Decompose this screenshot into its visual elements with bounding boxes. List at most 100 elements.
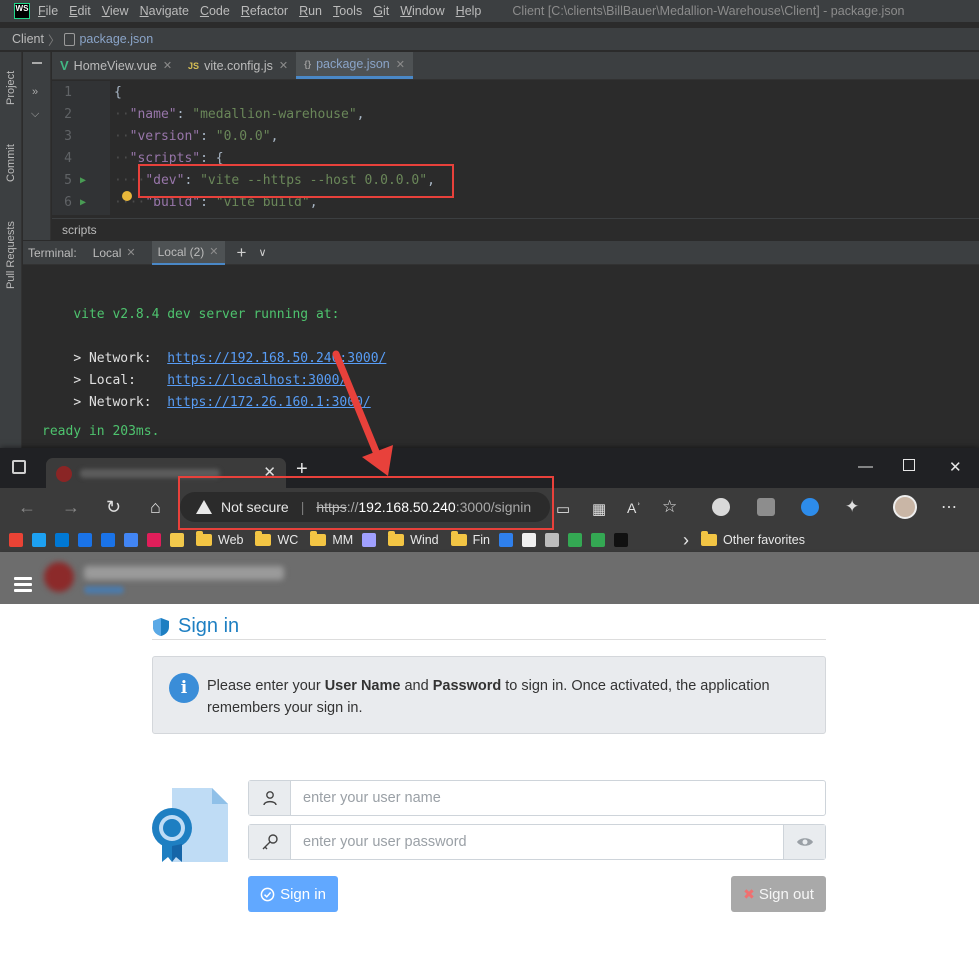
terminal-label: Terminal: bbox=[28, 245, 77, 260]
other-favorites-label: Other favorites bbox=[723, 533, 805, 547]
menu-mnemonic: N bbox=[139, 4, 149, 18]
add-favorite-star-icon[interactable]: ☆ bbox=[662, 497, 677, 517]
shield-icon bbox=[153, 617, 169, 636]
terminal-tab-local[interactable]: Local ✕ bbox=[87, 241, 142, 265]
sb-icon[interactable] bbox=[545, 533, 559, 547]
menu-item[interactable]: Refactor bbox=[241, 4, 288, 18]
extension-3-icon[interactable] bbox=[801, 498, 819, 516]
slack-icon[interactable] bbox=[147, 533, 161, 547]
run-script-icon[interactable]: ▶ bbox=[80, 197, 104, 208]
terminal-tab-local-2[interactable]: Local (2) ✕ bbox=[151, 240, 225, 265]
home-icon[interactable]: ⌂ bbox=[150, 497, 161, 518]
close-tab-icon[interactable]: ✕ bbox=[279, 59, 288, 72]
pull-requests-tool-tab[interactable]: Pull Requests bbox=[0, 212, 22, 298]
line-number: 4 bbox=[64, 150, 72, 166]
extension-2-icon[interactable] bbox=[757, 498, 775, 516]
lightbulb-icon[interactable] bbox=[122, 191, 132, 201]
read-aloud-icon[interactable]: Aʾ bbox=[627, 500, 641, 516]
more-menu-icon[interactable]: ⋯ bbox=[941, 497, 957, 517]
doc-icon[interactable] bbox=[499, 533, 513, 547]
tradingview-icon[interactable] bbox=[614, 533, 628, 547]
menu-item[interactable]: Tools bbox=[333, 4, 362, 18]
signout-button[interactable]: ✖ Sign out bbox=[731, 876, 826, 912]
minimize-icon[interactable] bbox=[32, 62, 42, 64]
maximize-window-icon[interactable] bbox=[903, 459, 915, 471]
favorites-folder[interactable]: Wind bbox=[376, 531, 439, 547]
folder-label: Web bbox=[218, 533, 244, 547]
run-script-icon[interactable]: ▶ bbox=[80, 175, 104, 186]
terminal-line-network-2: > Network: https://172.26.160.1:3000/ bbox=[42, 380, 371, 425]
back-arrow-icon[interactable]: ← bbox=[18, 497, 36, 518]
terminal-output[interactable]: vite v2.8.4 dev server running at: > Net… bbox=[23, 266, 979, 462]
tab-actions-icon[interactable] bbox=[12, 460, 26, 474]
x-icon: ✖ bbox=[743, 885, 755, 902]
double-chevron-icon[interactable]: » bbox=[32, 86, 38, 98]
app-available-icon[interactable]: ▭ bbox=[556, 500, 570, 518]
minimize-window-icon[interactable]: — bbox=[858, 458, 873, 475]
structure-crumb-scripts[interactable]: scripts bbox=[62, 223, 97, 237]
editor-tab[interactable]: V HomeView.vue ✕ bbox=[52, 52, 180, 79]
commit-tool-tab[interactable]: Commit bbox=[0, 134, 22, 192]
editor-tab[interactable]: JS vite.config.js ✕ bbox=[180, 52, 296, 79]
close-tab-icon[interactable]: ✕ bbox=[396, 58, 405, 71]
line-number: 3 bbox=[64, 128, 72, 144]
menu-item[interactable]: Edit bbox=[69, 4, 91, 18]
menu-label-rest: efactor bbox=[249, 4, 289, 18]
leaf-icon[interactable] bbox=[591, 533, 605, 547]
other-favorites-folder[interactable]: Other favorites bbox=[689, 531, 805, 547]
code-text: ··"name": "medallion-warehouse", bbox=[114, 107, 364, 122]
extension-1-icon[interactable] bbox=[712, 498, 730, 516]
close-icon[interactable]: ✕ bbox=[209, 245, 218, 258]
gmail-icon[interactable] bbox=[9, 533, 23, 547]
contacts-icon[interactable] bbox=[101, 533, 115, 547]
close-window-icon[interactable]: ✕ bbox=[949, 458, 962, 476]
close-icon[interactable]: ✕ bbox=[126, 246, 135, 259]
site-icon[interactable] bbox=[362, 533, 377, 547]
menu-item[interactable]: Help bbox=[456, 4, 482, 18]
translate-icon[interactable] bbox=[124, 533, 138, 547]
folder-icon bbox=[255, 531, 272, 546]
hamburger-menu-icon[interactable] bbox=[14, 577, 32, 595]
calendar-icon[interactable] bbox=[78, 533, 92, 547]
outlook-icon[interactable] bbox=[55, 533, 69, 547]
project-tool-tab[interactable]: Project bbox=[0, 60, 22, 116]
terminal-dropdown-chevron-icon[interactable]: ∨ bbox=[258, 246, 266, 259]
new-terminal-plus-icon[interactable]: + bbox=[237, 243, 247, 263]
menu-item[interactable]: File bbox=[38, 4, 58, 18]
folder-icon bbox=[196, 531, 212, 546]
terminal-tab-label: Local (2) bbox=[157, 244, 205, 259]
close-tab-icon[interactable]: ✕ bbox=[163, 59, 172, 72]
username-input[interactable] bbox=[292, 781, 822, 815]
github-icon[interactable] bbox=[522, 533, 536, 547]
editor-tab[interactable]: {} package.json ✕ bbox=[296, 52, 413, 79]
breadcrumb-root[interactable]: Client bbox=[12, 32, 44, 46]
qr-code-icon[interactable]: ▦ bbox=[592, 500, 606, 518]
menu-item[interactable]: Window bbox=[400, 4, 444, 18]
show-password-eye-icon[interactable] bbox=[783, 825, 825, 859]
menu-item[interactable]: Git bbox=[373, 4, 389, 18]
menu-item[interactable]: Code bbox=[200, 4, 230, 18]
favorites-folder[interactable]: WC bbox=[243, 531, 298, 547]
signin-button-label: Sign in bbox=[280, 885, 326, 903]
code-text: ··"version": "0.0.0", bbox=[114, 129, 278, 144]
menu-item[interactable]: Navigate bbox=[140, 4, 189, 18]
signin-button[interactable]: Sign in bbox=[248, 876, 338, 912]
menu-item[interactable]: Run bbox=[299, 4, 322, 18]
profile-avatar[interactable] bbox=[893, 495, 917, 519]
refresh-icon[interactable]: ↻ bbox=[106, 497, 121, 518]
code-text: { bbox=[114, 85, 122, 100]
extensions-puzzle-icon[interactable]: ✦ bbox=[845, 497, 859, 517]
code-line: 1{ bbox=[52, 81, 979, 103]
forward-arrow-icon[interactable]: → bbox=[62, 497, 80, 518]
favorites-folder[interactable]: MM bbox=[298, 531, 353, 547]
breadcrumb-file[interactable]: package.json bbox=[79, 32, 153, 46]
network-url-link[interactable]: https://172.26.160.1:3000/ bbox=[167, 395, 371, 410]
password-input[interactable] bbox=[292, 825, 782, 859]
menu-item[interactable]: View bbox=[102, 4, 129, 18]
twitter-icon[interactable] bbox=[32, 533, 46, 547]
notes-icon[interactable] bbox=[170, 533, 184, 547]
collapse-chevron-icon[interactable]: ⌵ bbox=[31, 108, 39, 121]
favorites-folder[interactable]: Fin bbox=[439, 531, 490, 547]
favorites-folder[interactable]: Web bbox=[184, 531, 244, 547]
td-icon[interactable] bbox=[568, 533, 582, 547]
